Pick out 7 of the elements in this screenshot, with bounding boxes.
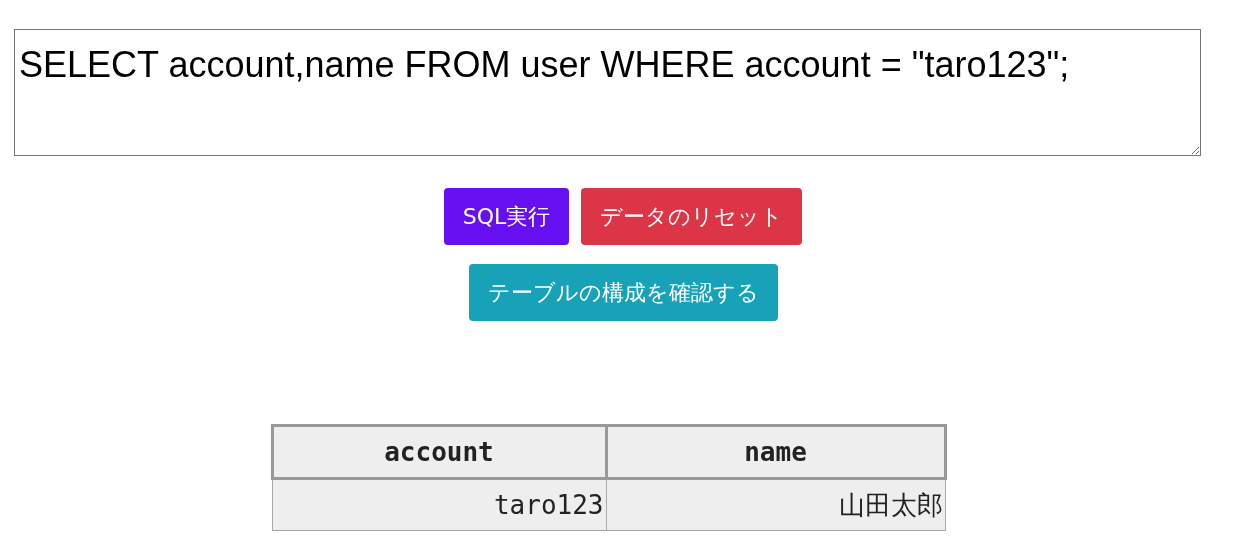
action-button[interactable]: SQL実行 <box>443 188 570 245</box>
table-cell: 山田太郎 <box>606 478 945 531</box>
action-button[interactable]: データのリセット <box>581 188 803 245</box>
column-header: account <box>272 425 606 479</box>
sql-query-field[interactable]: SELECT account,name FROM user WHERE account = "taro123"; <box>14 29 1201 156</box>
column-header: name <box>606 425 945 479</box>
table-cell: taro123 <box>272 478 606 531</box>
